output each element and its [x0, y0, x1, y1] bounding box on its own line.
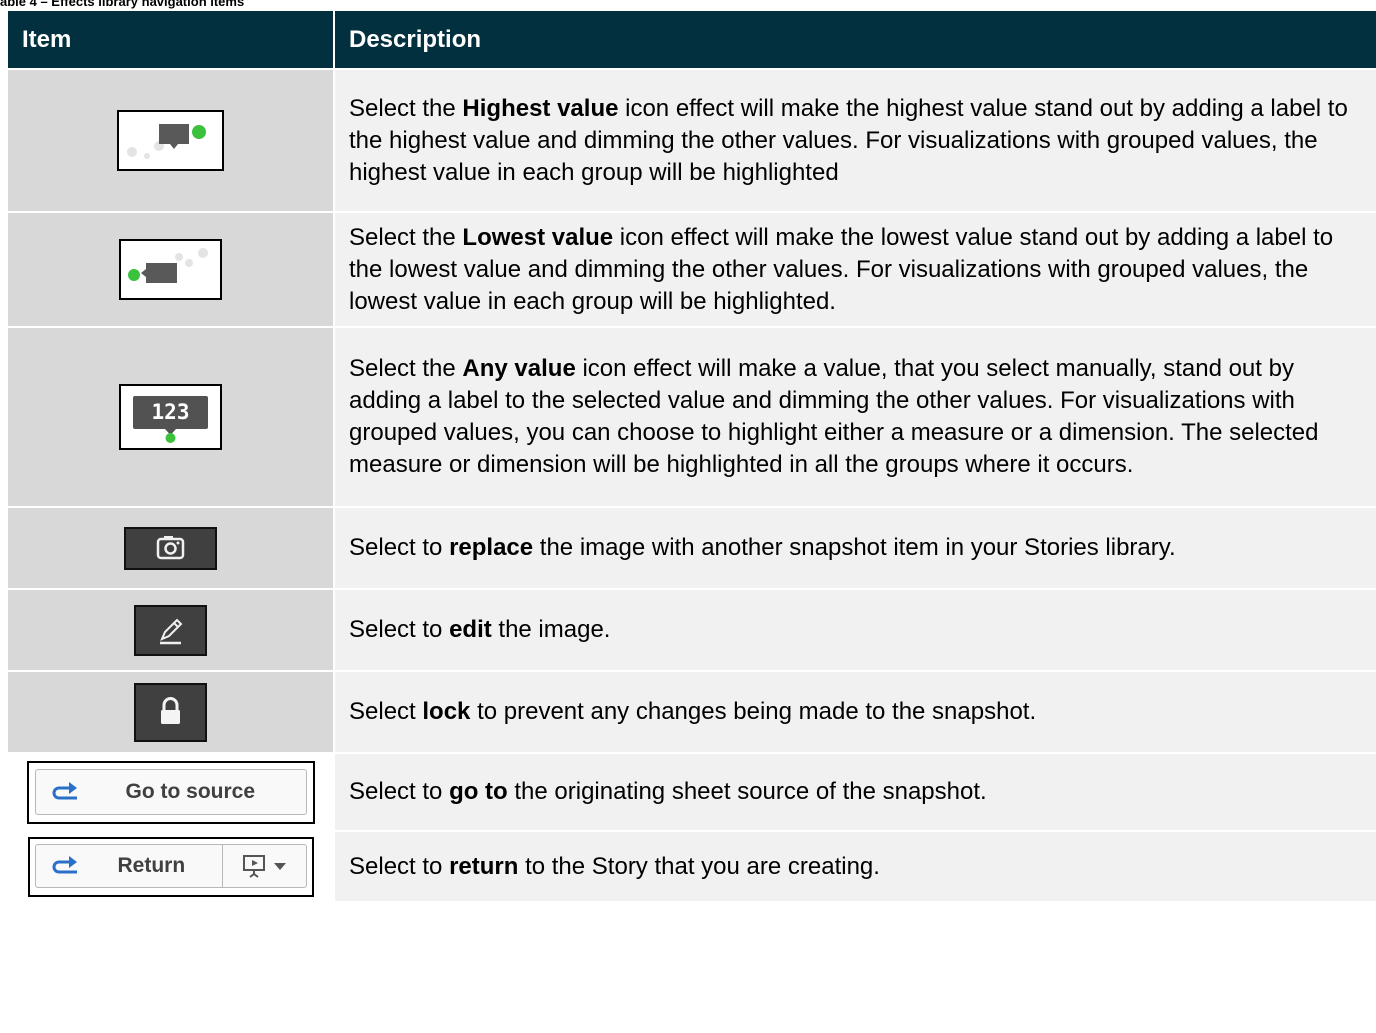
table-row: Select the Highest value icon effect wil…: [8, 68, 1376, 211]
table-row: 123 Select the Any value icon effect wil…: [8, 326, 1376, 506]
table-row: Select to replace the image with another…: [8, 506, 1376, 588]
description-pre: Select to: [349, 778, 450, 805]
description-keyword: go to: [449, 778, 508, 805]
item-cell: [8, 588, 335, 670]
item-cell: [8, 506, 335, 588]
go-to-source-button[interactable]: Go to source: [34, 768, 307, 815]
header-item: Item: [8, 11, 335, 68]
description-post: the image.: [491, 616, 611, 643]
description-pre: Select the: [349, 223, 463, 251]
lock-icon[interactable]: [134, 682, 207, 742]
description-pre: Select to: [349, 852, 450, 880]
description-pre: Select the: [349, 94, 463, 122]
item-cell: [8, 68, 335, 211]
description-cell: Select the Lowest value icon effect will…: [335, 211, 1376, 326]
return-icon: [52, 855, 77, 873]
item-cell: [8, 211, 335, 326]
go-to-source-icon: [52, 781, 77, 799]
description-pre: Select to: [349, 616, 450, 643]
table-header-row: Item Description: [8, 11, 1376, 68]
description-cell: Select to go to the originating sheet so…: [335, 752, 1376, 830]
item-cell: 123: [8, 326, 335, 506]
description-keyword: lock: [422, 698, 471, 725]
description-pre: Select to: [349, 534, 450, 561]
item-cell: [8, 670, 335, 752]
presentation-icon: [243, 854, 265, 878]
item-cell: Go to source: [8, 752, 335, 830]
description-cell: Select to edit the image.: [335, 588, 1376, 670]
table-caption: able 4 – Effects library navigation item…: [0, 0, 245, 9]
presentation-dropdown[interactable]: [223, 845, 306, 887]
description-pre: Select: [349, 698, 423, 725]
description-keyword: Any value: [462, 355, 576, 382]
description-cell: Select the Highest value icon effect wil…: [335, 68, 1376, 211]
description-post: the image with another snapshot item in …: [533, 534, 1176, 561]
description-keyword: Lowest value: [462, 223, 614, 251]
effects-navigation-table: Item Description Select the Highest valu…: [8, 11, 1376, 901]
description-cell: Select to replace the image with another…: [335, 506, 1376, 588]
description-keyword: edit: [449, 616, 492, 643]
description-post: to the Story that you are creating.: [518, 852, 880, 880]
table-row: Select lock to prevent any changes being…: [8, 670, 1376, 752]
return-label: Return: [117, 853, 186, 877]
pencil-icon[interactable]: [134, 604, 207, 656]
header-description: Description: [335, 11, 1376, 68]
table-row: Return Select to return to the Story tha…: [8, 830, 1376, 901]
camera-icon[interactable]: [124, 526, 217, 570]
go-to-source-label: Go to source: [125, 779, 256, 803]
table-row: Select the Lowest value icon effect will…: [8, 211, 1376, 326]
return-frame: Return: [27, 836, 314, 897]
lowest-value-icon[interactable]: [119, 239, 222, 300]
return-button[interactable]: Return: [36, 844, 223, 887]
description-cell: Select lock to prevent any changes being…: [335, 670, 1376, 752]
description-post: the originating sheet source of the snap…: [507, 778, 987, 805]
item-cell: Return: [8, 830, 335, 901]
any-value-icon[interactable]: 123: [119, 384, 222, 450]
go-to-source-frame: Go to source: [26, 760, 315, 824]
description-keyword: Highest value: [462, 94, 619, 122]
description-cell: Select the Any value icon effect will ma…: [335, 326, 1376, 506]
highest-value-icon[interactable]: [117, 110, 224, 171]
any-value-icon-text: 123: [151, 400, 190, 424]
description-cell: Select to return to the Story that you a…: [335, 830, 1376, 901]
table-row: Go to source Select to go to the origina…: [8, 752, 1376, 830]
chevron-down-icon: [274, 862, 286, 870]
description-pre: Select the: [349, 355, 463, 382]
description-keyword: replace: [449, 534, 534, 561]
description-keyword: return: [449, 852, 519, 880]
description-post: to prevent any changes being made to the…: [470, 698, 1037, 725]
return-button-group: Return: [34, 843, 307, 888]
table-row: Select to edit the image.: [8, 588, 1376, 670]
